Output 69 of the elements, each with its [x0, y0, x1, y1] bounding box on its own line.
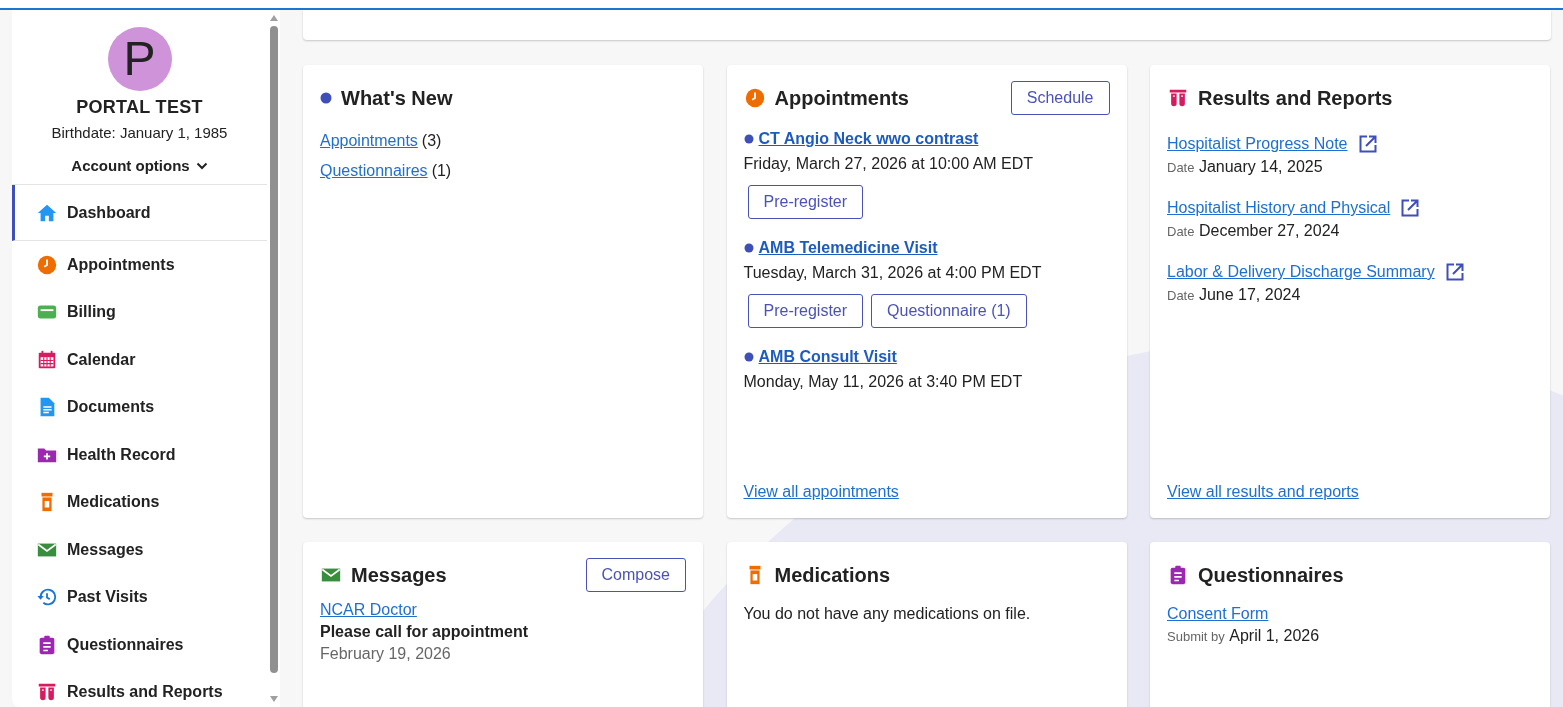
nav-item[interactable]: Messages	[12, 526, 267, 574]
external-link-icon[interactable]	[1444, 262, 1465, 282]
nav-item[interactable]: Medications	[12, 478, 267, 526]
appointment-link[interactable]: AMB Telemedicine Visit	[758, 239, 938, 257]
date-label: Date	[1167, 160, 1195, 175]
message-subject: Please call for appointment	[320, 623, 530, 641]
card-title: Medications	[774, 563, 891, 587]
compose-button[interactable]: Compose	[585, 558, 686, 592]
scroll-down-arrow-icon[interactable]	[268, 695, 279, 703]
nav-item[interactable]: Documents	[12, 383, 267, 431]
clock-icon	[36, 253, 58, 276]
appointment-date: Tuesday, March 31, 2026 at 4:00 PM EDT	[743, 264, 1043, 282]
nav-item[interactable]: Dashboard	[12, 185, 267, 241]
report-date: June 17, 2024	[1198, 286, 1301, 303]
chevron-down-icon	[195, 161, 208, 170]
appointment-action-button[interactable]: Pre-register	[747, 185, 864, 219]
report-date: December 27, 2024	[1198, 222, 1340, 239]
scrollbar-thumb[interactable]	[269, 26, 278, 673]
card-title: Appointments	[774, 86, 909, 110]
account-options-button[interactable]: Account options	[67, 155, 212, 176]
message-sender-link[interactable]: NCAR Doctor	[320, 601, 686, 619]
nav-item[interactable]: Calendar	[12, 336, 267, 384]
nav-item[interactable]: Health Record	[12, 431, 267, 479]
bullet-icon	[743, 352, 754, 362]
bullet-icon	[743, 134, 754, 144]
bullet-icon	[743, 243, 754, 253]
card-title: Questionnaires	[1198, 563, 1344, 587]
appointment-date: Monday, May 11, 2026 at 3:40 PM EDT	[743, 373, 1024, 391]
whats-new-link[interactable]: Questionnaires	[320, 162, 428, 180]
avatar: P	[107, 27, 172, 91]
card-title: Messages	[351, 563, 447, 587]
count-text: (1)	[431, 162, 452, 180]
external-link-icon[interactable]	[1357, 134, 1378, 154]
date-label: Date	[1167, 288, 1195, 303]
card-title: Results and Reports	[1198, 86, 1393, 110]
nav-item[interactable]: Appointments	[12, 241, 267, 289]
patient-name: PORTAL TEST	[76, 97, 203, 118]
birthdate-text: Birthdate: January 1, 1985	[51, 124, 228, 141]
nav-item[interactable]: Results and Reports	[12, 668, 267, 707]
date-label: Date	[1167, 224, 1195, 239]
whats-new-link[interactable]: Appointments	[320, 132, 418, 150]
appointment-link[interactable]: CT Angio Neck wwo contrast	[758, 130, 979, 148]
appointment-action-button[interactable]: Pre-register	[747, 294, 864, 328]
view-all-link[interactable]: View all appointments	[743, 483, 1110, 501]
report-date: January 14, 2025	[1198, 158, 1323, 175]
nav-item[interactable]: Questionnaires	[12, 621, 267, 669]
report-link[interactable]: Hospitalist Progress Note	[1167, 135, 1348, 153]
appointment-link[interactable]: AMB Consult Visit	[758, 348, 897, 366]
test-tubes-icon	[1167, 87, 1189, 109]
count-text: (3)	[421, 132, 442, 150]
appointment-date: Friday, March 27, 2026 at 10:00 AM EDT	[743, 155, 1035, 173]
nav-item[interactable]: Billing	[12, 288, 267, 336]
calendar-icon	[36, 348, 58, 371]
schedule-button[interactable]: Schedule	[1010, 81, 1110, 115]
view-all-link[interactable]: View all results and reports	[1167, 483, 1533, 501]
report-link[interactable]: Labor & Delivery Discharge Summary	[1167, 263, 1435, 281]
due-date: April 1, 2026	[1229, 627, 1320, 644]
message-date: February 19, 2026	[320, 645, 452, 663]
empty-message: You do not have any medications on file.	[743, 605, 1032, 623]
appointment-action-button[interactable]: Questionnaire (1)	[871, 294, 1027, 328]
questionnaire-link[interactable]: Consent Form	[1167, 605, 1269, 622]
card-title: What's New	[341, 86, 453, 110]
bullet-icon	[320, 92, 332, 104]
scroll-up-arrow-icon[interactable]	[268, 14, 279, 22]
clock-icon	[743, 87, 766, 109]
nav-item[interactable]: Past Visits	[12, 573, 267, 621]
report-link[interactable]: Hospitalist History and Physical	[1167, 199, 1391, 217]
external-link-icon[interactable]	[1400, 198, 1421, 218]
due-label: Submit by	[1167, 629, 1225, 644]
